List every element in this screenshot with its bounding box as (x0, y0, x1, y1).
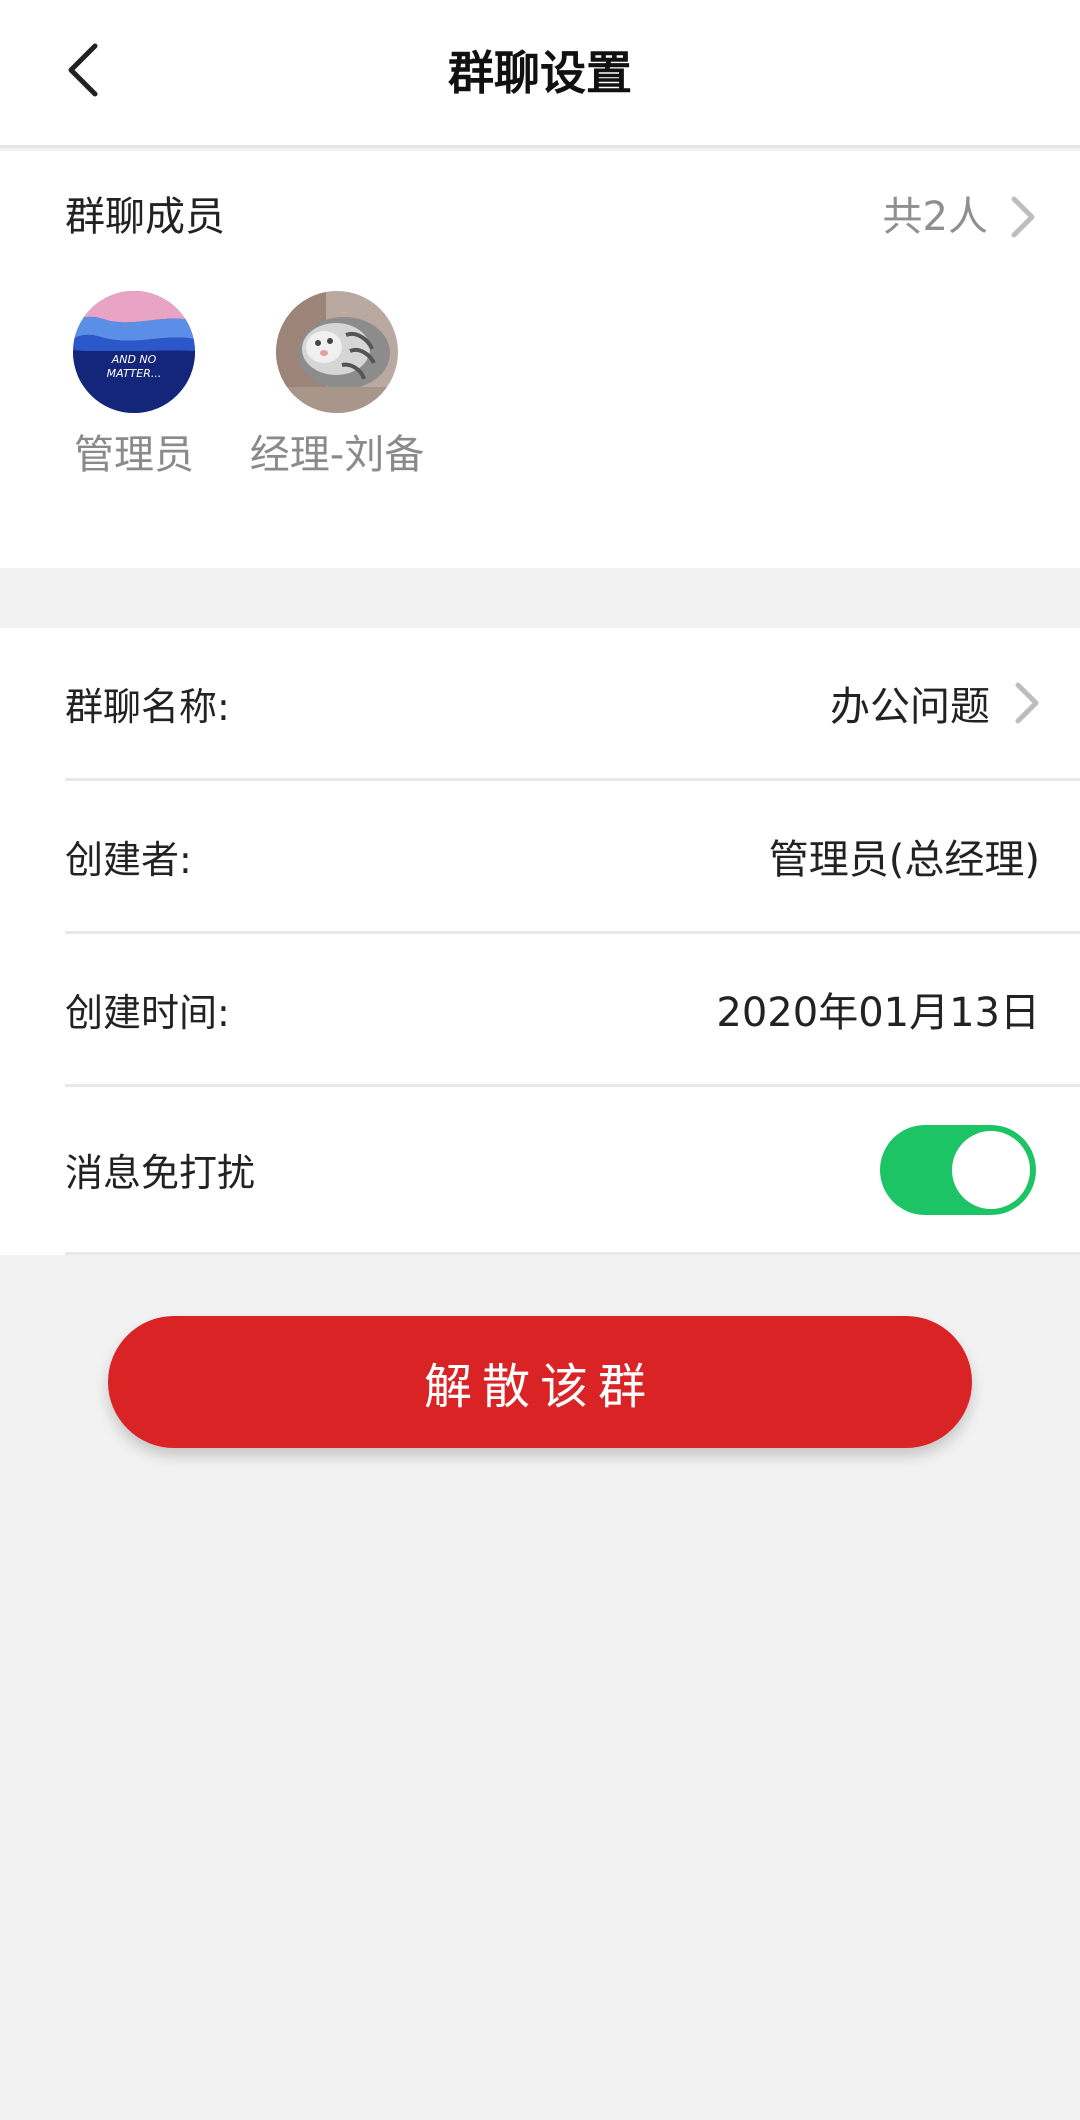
created-time-value: 2020年01月13日 (716, 990, 1040, 1036)
creator-label: 创建者: (65, 837, 192, 882)
members-section: 群聊成员 共2人 AND NO MATTER... 管理员 经理-刘备 (0, 151, 1080, 568)
avatar-image (276, 291, 398, 413)
member-name: 管理员 (74, 432, 194, 478)
top-bar: 群聊设置 (0, 0, 1080, 148)
avatar-caption-line2: MATTER... (107, 367, 162, 380)
dnd-row: 消息免打扰 (65, 1087, 1080, 1255)
avatar-image: AND NO MATTER... (73, 291, 195, 413)
page-title: 群聊设置 (448, 46, 632, 100)
dnd-toggle[interactable] (880, 1124, 1036, 1215)
member-item[interactable]: 经理-刘备 (232, 291, 442, 483)
dnd-label: 消息免打扰 (65, 1151, 256, 1195)
creator-value: 管理员(总经理) (768, 837, 1040, 883)
members-count-link[interactable]: 共2人 (883, 187, 1036, 247)
group-name-value: 办公问题 (830, 684, 990, 730)
dissolve-group-button[interactable]: 解散该群 (108, 1316, 972, 1448)
created-time-label: 创建时间: (65, 990, 230, 1035)
group-name-row[interactable]: 群聊名称: 办公问题 (65, 628, 1080, 781)
chevron-right-icon (1015, 682, 1039, 724)
avatar-caption-line1: AND NO (111, 353, 157, 366)
created-time-row: 创建时间: 2020年01月13日 (65, 934, 1080, 1087)
toggle-knob (952, 1130, 1030, 1209)
members-count: 共2人 (882, 194, 988, 240)
members-title: 群聊成员 (65, 194, 225, 240)
group-name-label: 群聊名称: (65, 684, 230, 729)
creator-row: 创建者: 管理员(总经理) (65, 781, 1080, 934)
group-name-value-wrap: 办公问题 (830, 628, 1040, 778)
avatar: AND NO MATTER... (73, 291, 195, 413)
chevron-right-icon (1011, 196, 1035, 238)
group-info-section: 群聊名称: 办公问题 创建者: 管理员(总经理) 创建时间: 2020年01月1… (0, 628, 1080, 1255)
member-item[interactable]: AND NO MATTER... 管理员 (29, 291, 239, 483)
avatar (276, 291, 398, 413)
member-name: 经理-刘备 (249, 432, 425, 478)
